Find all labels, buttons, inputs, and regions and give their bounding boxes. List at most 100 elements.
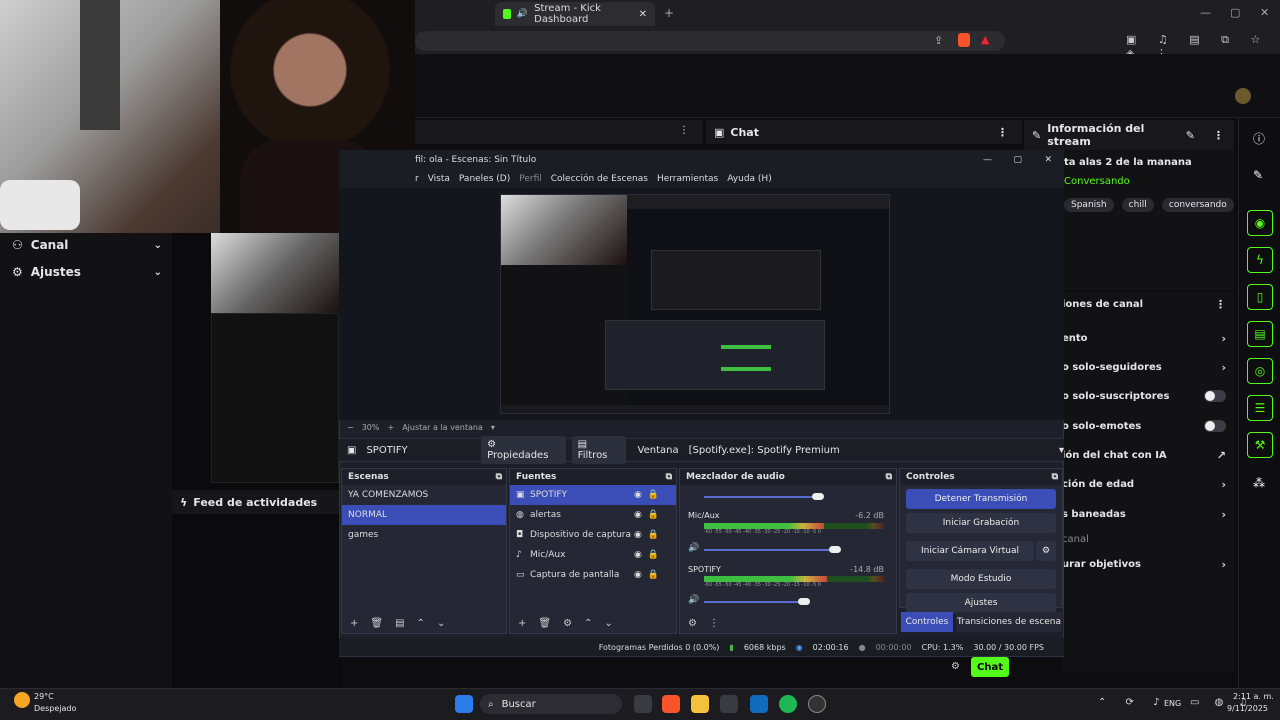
fit-window-label[interactable]: Ajustar a la ventana: [402, 423, 483, 432]
gear-icon[interactable]: ⚙: [951, 661, 960, 672]
layout-rail-icon[interactable]: ☰: [1247, 395, 1273, 421]
more-options-icon[interactable]: ⋮: [1215, 298, 1226, 311]
chat-rail-icon[interactable]: ▤: [1247, 321, 1273, 347]
volume-slider[interactable]: [704, 549, 832, 551]
volume-slider[interactable]: [704, 496, 814, 498]
close-window-icon[interactable]: ✕: [1260, 6, 1269, 19]
share-icon[interactable]: ⇪: [934, 34, 943, 47]
maximize-window-icon[interactable]: ▢: [1230, 6, 1240, 19]
mod-row[interactable]: o solo-seguidores ›: [1062, 356, 1234, 378]
browser-tab[interactable]: 🔊 Stream - Kick Dashboard ✕: [495, 2, 655, 26]
trash-icon[interactable]: 🗑: [538, 618, 551, 629]
camera-rail-icon[interactable]: ◉: [1247, 210, 1273, 236]
gear-icon[interactable]: ⚙: [563, 618, 572, 629]
toggle-switch[interactable]: [1204, 390, 1226, 402]
trash-icon[interactable]: 🗑: [370, 618, 383, 629]
undock-icon[interactable]: ⧉: [1052, 472, 1058, 482]
move-down-icon[interactable]: ⌄: [604, 618, 612, 629]
source-item[interactable]: ▣ SPOTIFY ◉ 🔒: [510, 485, 676, 505]
properties-button[interactable]: ⚙ Propiedades: [481, 436, 566, 464]
volume-knob[interactable]: [798, 598, 810, 605]
file-explorer-icon[interactable]: [691, 695, 709, 713]
scene-item-selected[interactable]: NORMAL: [342, 505, 506, 525]
brave-icon[interactable]: [662, 695, 680, 713]
mod-row[interactable]: ción de edad ›: [1062, 473, 1234, 495]
lock-icon[interactable]: 🔒: [648, 490, 659, 500]
brave-shield-icon[interactable]: [958, 33, 970, 47]
stream-category[interactable]: Conversando: [1064, 176, 1130, 187]
menu-item-herramientas[interactable]: Herramientas: [657, 174, 718, 184]
menu-item-vista[interactable]: Vista: [428, 174, 450, 184]
edit-icon[interactable]: ✎: [1253, 168, 1263, 182]
move-down-icon[interactable]: ⌄: [437, 618, 445, 629]
minimize-icon[interactable]: —: [983, 155, 992, 165]
eye-icon[interactable]: ◉: [634, 490, 642, 500]
minimize-window-icon[interactable]: —: [1200, 6, 1211, 19]
store-icon[interactable]: [720, 695, 738, 713]
filters-button[interactable]: ▤ Filtros: [571, 436, 626, 464]
edit-icon[interactable]: ✎: [1186, 129, 1195, 142]
obs-preview-canvas[interactable]: [500, 194, 890, 414]
new-tab-button[interactable]: +: [664, 6, 674, 20]
undock-icon[interactable]: ⧉: [886, 472, 892, 482]
trash-rail-icon[interactable]: ▯: [1247, 284, 1273, 310]
chevron-down-icon[interactable]: ▾: [1059, 445, 1064, 456]
obs-icon[interactable]: [808, 695, 826, 713]
chat-button[interactable]: Chat: [971, 657, 1009, 677]
spotify-icon[interactable]: [779, 695, 797, 713]
zoom-in-button[interactable]: +: [387, 423, 394, 432]
eye-icon[interactable]: ◉: [634, 570, 642, 580]
menu-item-perfil[interactable]: Perfil: [519, 174, 542, 184]
clock-date[interactable]: 9/11/2025: [1227, 704, 1268, 713]
tray-icons[interactable]: ⌃ ⟳ ♪: [1098, 697, 1168, 708]
mod-row[interactable]: ión del chat con IA ↗: [1062, 444, 1234, 466]
sidebar-item-canal[interactable]: ⚇ Canal ⌄: [12, 238, 162, 252]
scene-item[interactable]: YA COMENZAMOS: [342, 485, 506, 505]
url-input[interactable]: [415, 31, 1005, 51]
sidebar-item-ajustes[interactable]: ⚙ Ajustes ⌄: [12, 265, 162, 279]
mod-row[interactable]: o solo-suscriptores: [1062, 385, 1234, 407]
menu-item-coleccion[interactable]: Colección de Escenas: [551, 174, 648, 184]
maximize-icon[interactable]: ▢: [1013, 155, 1022, 165]
weather-icon[interactable]: [14, 692, 30, 708]
lock-icon[interactable]: 🔒: [648, 570, 659, 580]
close-tab-icon[interactable]: ✕: [639, 9, 647, 20]
tab-controls[interactable]: Controles: [901, 612, 953, 632]
add-icon[interactable]: +: [518, 618, 526, 629]
source-item[interactable]: ♪ Mic/Aux ◉ 🔒: [510, 545, 676, 565]
chevron-down-icon[interactable]: ▾: [491, 423, 495, 432]
start-button-icon[interactable]: [455, 695, 473, 713]
eye-icon[interactable]: ◉: [634, 530, 642, 540]
move-up-icon[interactable]: ⌃: [417, 618, 425, 629]
eye-icon[interactable]: ◉: [634, 550, 642, 560]
source-item[interactable]: ◍ alertas ◉ 🔒: [510, 505, 676, 525]
volume-knob[interactable]: [829, 546, 841, 553]
window-select[interactable]: [Spotify.exe]: Spotify Premium: [689, 445, 1059, 456]
wrench-rail-icon[interactable]: ⚒: [1247, 432, 1273, 458]
menu-item-ayuda[interactable]: Ayuda (H): [727, 174, 771, 184]
volume-slider[interactable]: [704, 601, 804, 603]
tab-scene-transitions[interactable]: Transiciones de escena: [956, 612, 1062, 632]
menu-item-paneles[interactable]: Paneles (D): [459, 174, 510, 184]
source-item[interactable]: ◘ Dispositivo de captura de v◉ 🔒: [510, 525, 676, 545]
undock-icon[interactable]: ⧉: [496, 472, 502, 482]
info-icon[interactable]: ⓘ: [1253, 130, 1265, 147]
add-icon[interactable]: +: [350, 618, 358, 629]
eye-icon[interactable]: ◉: [634, 510, 642, 520]
language-indicator[interactable]: ENG: [1164, 699, 1181, 708]
move-up-icon[interactable]: ⌃: [584, 618, 592, 629]
zoom-out-button[interactable]: −: [347, 423, 354, 432]
menu-item[interactable]: r: [415, 174, 419, 184]
scene-item[interactable]: games: [342, 525, 506, 545]
lock-icon[interactable]: 🔒: [648, 530, 659, 540]
speaker-icon[interactable]: 🔊: [688, 543, 699, 553]
lock-icon[interactable]: 🔒: [648, 510, 659, 520]
user-avatar[interactable]: [1235, 88, 1251, 104]
clock-time[interactable]: 2:11 a. m.: [1233, 692, 1274, 701]
lock-icon[interactable]: 🔒: [648, 550, 659, 560]
settings-button[interactable]: Ajustes: [906, 593, 1056, 613]
more-options-icon[interactable]: ⋮: [709, 618, 719, 629]
volume-knob[interactable]: [812, 493, 824, 500]
close-icon[interactable]: ✕: [1044, 155, 1052, 165]
virtual-camera-settings-icon[interactable]: ⚙: [1036, 541, 1056, 561]
